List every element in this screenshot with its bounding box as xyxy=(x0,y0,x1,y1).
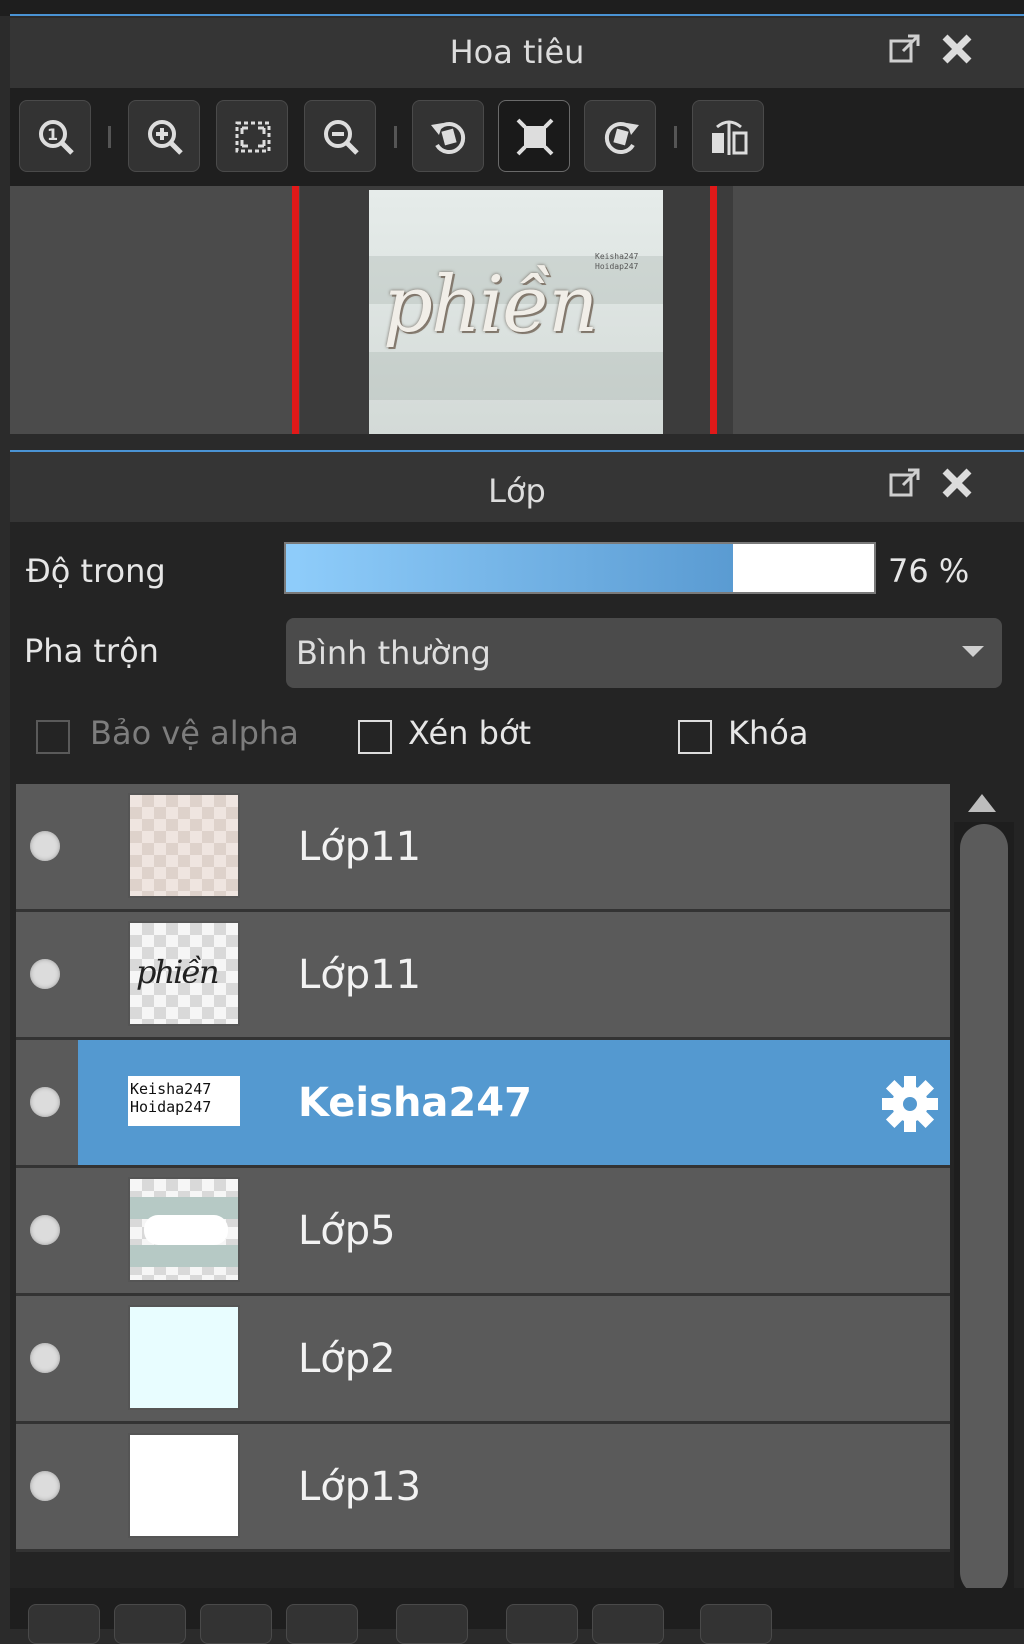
visibility-toggle[interactable] xyxy=(30,1087,60,1117)
protect-alpha-checkbox[interactable] xyxy=(36,720,70,754)
rotate-left-icon xyxy=(431,122,466,154)
layer-row[interactable]: Lớp11 xyxy=(16,784,950,912)
thumbnail-word: phiền xyxy=(136,953,220,991)
layer-thumbnail xyxy=(128,1433,240,1538)
canvas-thumbnail: phiền Keisha247 Hoidap247 xyxy=(369,190,663,434)
layer-option-button[interactable] xyxy=(592,1604,664,1644)
layer-name: Keisha247 xyxy=(298,1080,532,1126)
close-icon[interactable] xyxy=(940,466,974,500)
reset-view-icon xyxy=(516,118,554,156)
svg-text:1: 1 xyxy=(47,125,58,144)
layer-row[interactable]: Lớp13 xyxy=(16,1424,950,1552)
thumbnail-word: phiền xyxy=(383,260,598,350)
scrollbar-thumb[interactable] xyxy=(960,824,1008,1596)
rotate-left-button[interactable] xyxy=(412,100,484,172)
scroll-up-arrow-icon[interactable] xyxy=(968,794,996,812)
layer-row-selected[interactable]: Keisha247 Hoidap247 Keisha247 xyxy=(16,1040,950,1168)
zoom-in-button[interactable] xyxy=(128,100,200,172)
flip-horizontal-button[interactable] xyxy=(692,100,764,172)
viewport-right-guide xyxy=(710,186,717,434)
chevron-down-icon xyxy=(962,646,984,657)
navigator-header: Hoa tiêu xyxy=(10,18,1024,88)
layers-header: Lớp xyxy=(10,452,1024,522)
layers-panel: Độ trong 76 % Pha trộn Bình thường Bảo v… xyxy=(10,522,1024,1629)
zoom-out-icon xyxy=(324,120,359,155)
lock-label: Khóa xyxy=(728,714,809,752)
layer-row[interactable]: phiền Lớp11 xyxy=(16,912,950,1040)
zoom-actual-icon: 1 xyxy=(39,120,74,155)
opacity-label: Độ trong xyxy=(26,552,166,590)
navigator-toolbar: 1 xyxy=(10,88,1024,186)
layer-name: Lớp13 xyxy=(298,1464,422,1510)
new-folder-button[interactable] xyxy=(114,1604,186,1644)
delete-layer-button[interactable] xyxy=(700,1604,772,1644)
duplicate-layer-button[interactable] xyxy=(200,1604,272,1644)
toolbar-separator xyxy=(394,126,397,148)
protect-alpha-label: Bảo vệ alpha xyxy=(90,714,299,752)
flip-horizontal-icon xyxy=(712,120,748,155)
layer-thumbnail xyxy=(128,1305,240,1410)
rotate-right-button[interactable] xyxy=(584,100,656,172)
opacity-slider-fill xyxy=(286,544,733,592)
merge-layer-button[interactable] xyxy=(286,1604,358,1644)
visibility-toggle[interactable] xyxy=(30,1215,60,1245)
layers-bottom-toolbar xyxy=(10,1588,1024,1644)
visibility-toggle[interactable] xyxy=(30,959,60,989)
opacity-slider[interactable] xyxy=(284,542,876,594)
gear-icon[interactable] xyxy=(880,1074,940,1134)
layer-name: Lớp11 xyxy=(298,952,422,998)
clipping-label: Xén bớt xyxy=(408,714,532,752)
rotate-right-icon xyxy=(604,122,639,154)
layers-title: Lớp xyxy=(488,472,546,510)
layer-name: Lớp5 xyxy=(298,1208,396,1254)
navigator-title: Hoa tiêu xyxy=(449,33,585,71)
layer-row[interactable]: Lớp5 xyxy=(16,1168,950,1296)
layer-mask-button[interactable] xyxy=(396,1604,468,1644)
layer-thumbnail xyxy=(128,793,240,898)
panel-top-edge xyxy=(0,0,1024,16)
undock-icon[interactable] xyxy=(888,466,922,500)
panel-divider[interactable] xyxy=(10,434,1024,452)
zoom-out-button[interactable] xyxy=(304,100,376,172)
undock-icon[interactable] xyxy=(888,32,922,66)
lock-checkbox[interactable] xyxy=(678,720,712,754)
viewport-left-guide xyxy=(292,186,299,434)
clear-layer-button[interactable] xyxy=(506,1604,578,1644)
toolbar-separator xyxy=(108,126,111,148)
zoom-in-icon xyxy=(148,120,183,155)
close-icon[interactable] xyxy=(940,32,974,66)
layer-thumbnail: phiền xyxy=(128,921,240,1026)
visibility-toggle[interactable] xyxy=(30,831,60,861)
opacity-value: 76 % xyxy=(888,552,970,590)
blend-mode-label: Pha trộn xyxy=(24,632,159,670)
layer-name: Lớp2 xyxy=(298,1336,396,1382)
visibility-toggle[interactable] xyxy=(30,1343,60,1373)
layer-thumbnail xyxy=(128,1177,240,1282)
toolbar-separator xyxy=(674,126,677,148)
layer-thumbnail: Keisha247 Hoidap247 xyxy=(128,1076,240,1126)
new-layer-button[interactable] xyxy=(28,1604,100,1644)
layer-row[interactable]: Lớp2 xyxy=(16,1296,950,1424)
blend-mode-value: Bình thường xyxy=(296,634,491,672)
navigator-preview[interactable]: phiền Keisha247 Hoidap247 xyxy=(10,186,1024,434)
scrollbar[interactable] xyxy=(954,822,1014,1600)
layer-list: Lớp11 phiền Lớp11 Keisha247 Hoidap247 Ke… xyxy=(16,784,950,1629)
layer-name: Lớp11 xyxy=(298,824,422,870)
thumbnail-small-text: Keisha247 Hoidap247 xyxy=(595,252,639,271)
clipping-checkbox[interactable] xyxy=(358,720,392,754)
fit-screen-button[interactable] xyxy=(216,100,288,172)
visibility-toggle[interactable] xyxy=(30,1471,60,1501)
zoom-actual-button[interactable]: 1 xyxy=(19,100,91,172)
reset-view-button[interactable] xyxy=(498,100,570,172)
fit-screen-icon xyxy=(235,121,271,153)
blend-mode-select[interactable]: Bình thường xyxy=(286,618,1002,688)
